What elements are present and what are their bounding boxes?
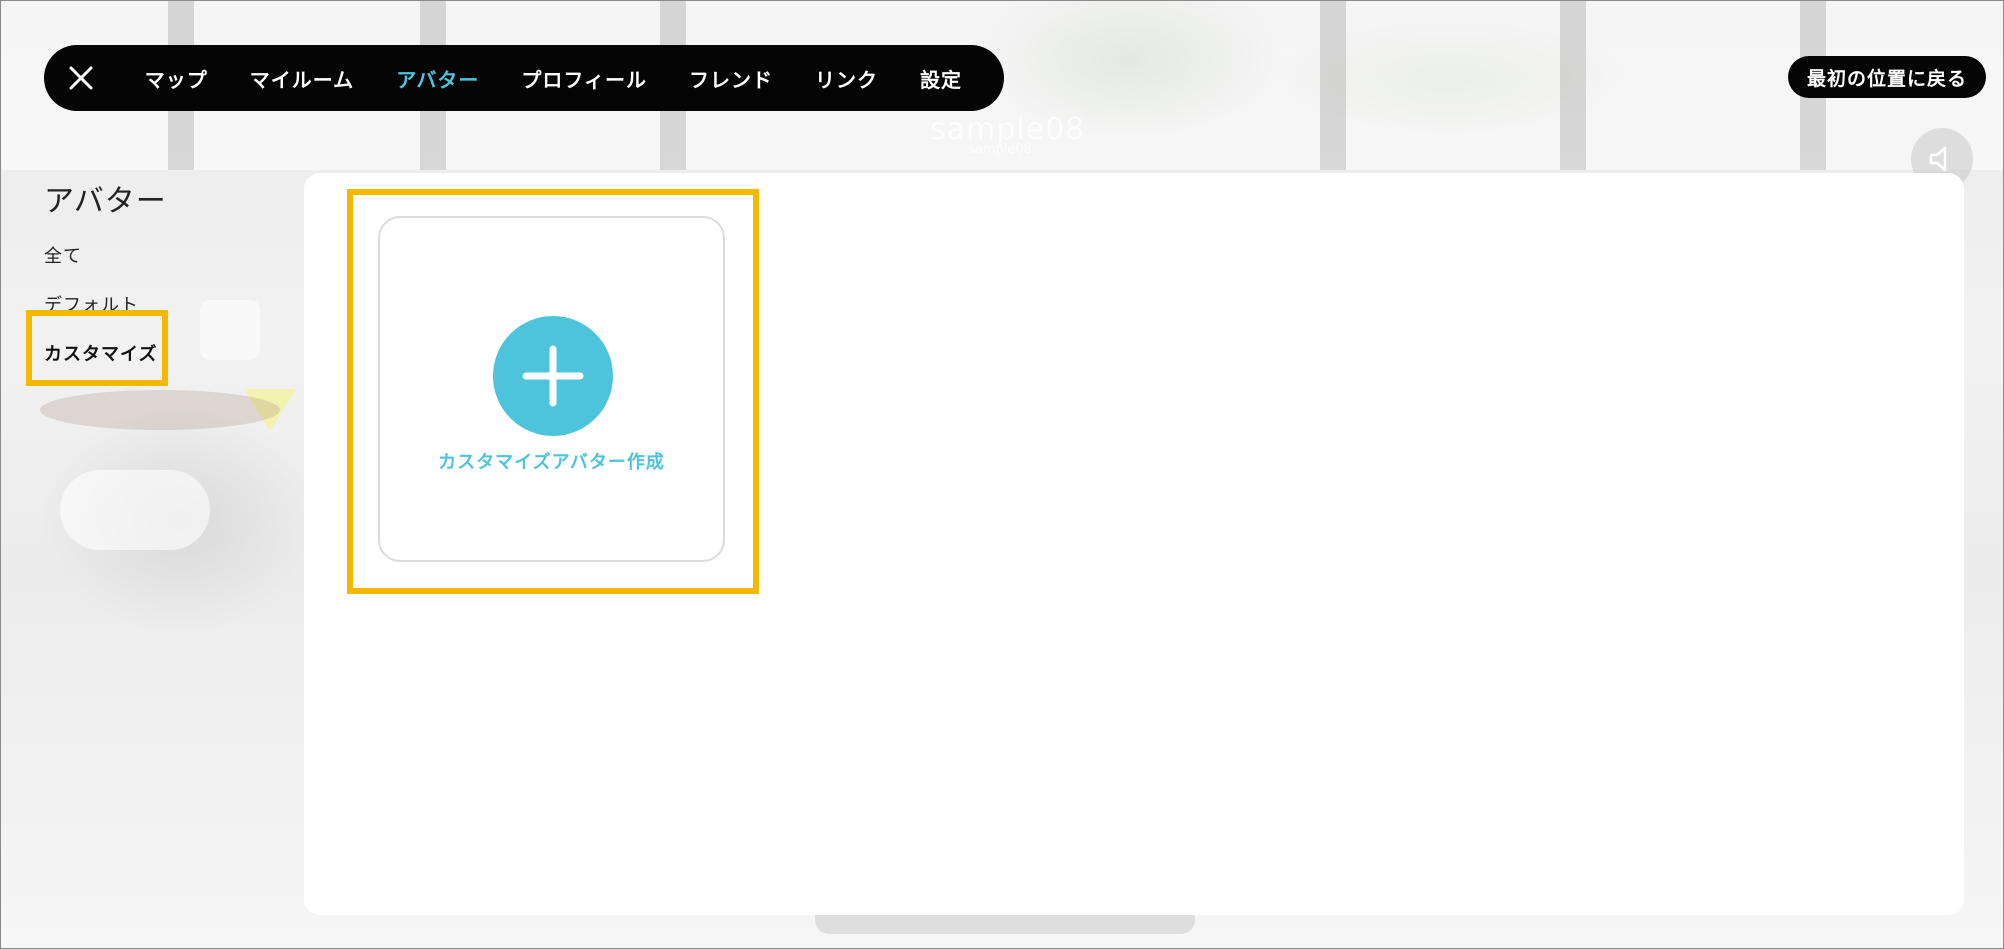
table-shape bbox=[40, 390, 280, 430]
window-frame bbox=[1320, 0, 1346, 170]
window-frame bbox=[1560, 0, 1586, 170]
nav-item-settings[interactable]: 設定 bbox=[920, 64, 962, 93]
nav-item-links[interactable]: リンク bbox=[815, 64, 878, 93]
speaker-icon bbox=[1929, 146, 1947, 172]
nav-item-map[interactable]: マップ bbox=[145, 64, 208, 93]
return-to-start-button[interactable]: 最初の位置に戻る bbox=[1788, 56, 1986, 98]
nav-item-avatar[interactable]: アバター bbox=[396, 64, 479, 93]
bottom-drawer-handle[interactable] bbox=[815, 912, 1195, 934]
close-icon bbox=[69, 66, 93, 90]
sidebar-title: アバター bbox=[44, 184, 167, 219]
top-navigation-bar: マップ マイルーム アバター プロフィール フレンド リンク 設定 bbox=[44, 45, 1004, 111]
nav-item-friends[interactable]: フレンド bbox=[689, 64, 773, 93]
nav-item-my-room[interactable]: マイルーム bbox=[250, 64, 354, 93]
close-button[interactable] bbox=[62, 58, 101, 98]
highlight-box-create-card bbox=[347, 189, 759, 594]
nav-item-profile[interactable]: プロフィール bbox=[521, 64, 647, 93]
chair-shape bbox=[200, 300, 260, 360]
world-subtitle: sample08 bbox=[968, 142, 1032, 157]
chair-shape bbox=[60, 470, 210, 550]
sidebar-item-all[interactable]: 全て bbox=[44, 242, 82, 268]
highlight-box-sidebar bbox=[26, 310, 168, 386]
